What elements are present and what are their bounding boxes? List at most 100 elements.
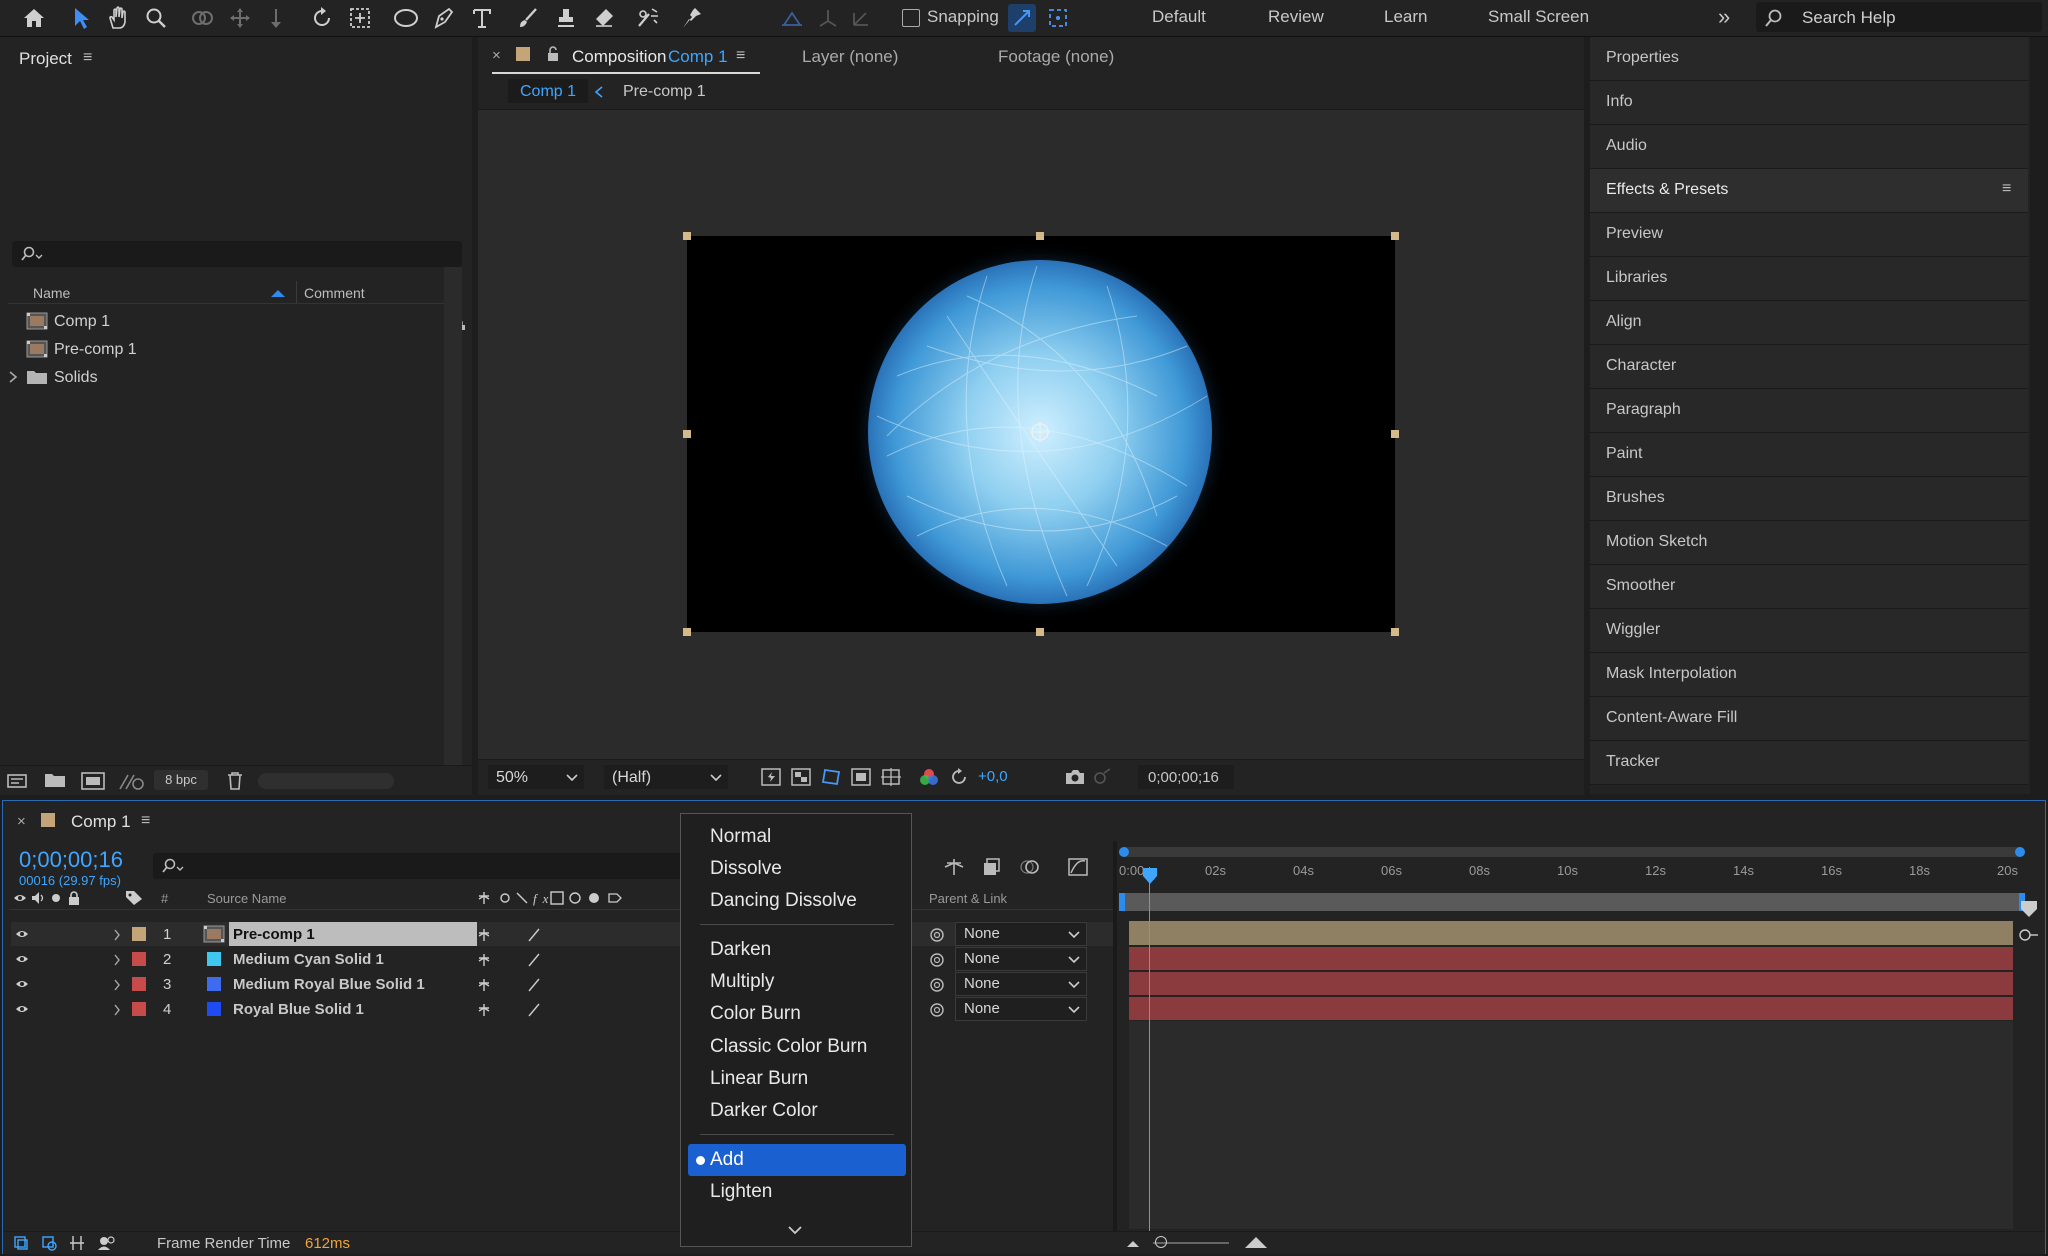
close-timeline-icon[interactable]: × (17, 813, 26, 830)
project-search-input[interactable] (12, 241, 462, 267)
blend-mode-add-highlight[interactable]: Add (688, 1144, 906, 1176)
video-eye-icon[interactable] (13, 892, 27, 904)
blend-mode-lighten[interactable]: Lighten (710, 1181, 772, 1203)
parent-dropdown-1[interactable]: None (955, 922, 1087, 946)
transparency-grid-icon[interactable] (790, 767, 812, 787)
new-folder-icon[interactable] (44, 772, 66, 788)
region-of-interest-icon[interactable] (850, 767, 872, 787)
blend-mode-color-burn[interactable]: Color Burn (710, 1003, 801, 1025)
layer-viewer-tab[interactable]: Layer (none) (802, 47, 898, 67)
timeline-comp-tab[interactable]: Comp 1 (71, 812, 131, 832)
comp-button-icon[interactable] (2017, 927, 2039, 943)
parent-dropdown-2[interactable]: None (955, 947, 1087, 971)
clone-stamp-tool-icon[interactable] (552, 4, 580, 32)
pick-whip-icon[interactable] (929, 977, 945, 993)
workspace-small-screen[interactable]: Small Screen (1488, 7, 1589, 27)
project-item-solids[interactable]: Solids (8, 365, 444, 392)
breadcrumb-pre-comp-1[interactable]: Pre-comp 1 (623, 83, 706, 101)
effects-presets-panel[interactable]: Effects & Presets ≡ (1590, 169, 2028, 213)
preview-panel[interactable]: Preview (1590, 213, 2028, 257)
paint-panel[interactable]: Paint (1590, 433, 2028, 477)
layer-label-color[interactable] (132, 927, 146, 941)
workspace-default[interactable]: Default (1152, 7, 1206, 27)
snap-world-axis-icon[interactable] (848, 4, 876, 32)
composition-menu-icon[interactable]: ≡ (736, 47, 745, 65)
playhead-icon[interactable] (1142, 867, 1158, 885)
effects-presets-menu-icon[interactable]: ≡ (2002, 180, 2011, 198)
snap-features-icon[interactable] (1044, 4, 1072, 32)
layer-label-color[interactable] (132, 977, 146, 991)
timeline-empty-area[interactable] (1129, 1021, 2013, 1229)
work-area-start[interactable] (1119, 893, 1125, 911)
info-panel[interactable]: Info (1590, 81, 2028, 125)
frame-blending-icon[interactable] (981, 857, 1003, 877)
name-column-header[interactable]: Name (33, 285, 70, 301)
layer-row-1[interactable]: 1 Pre-comp 1 (11, 922, 1117, 946)
layer-name[interactable]: Pre-comp 1 (233, 926, 315, 943)
blend-mode-classic-color-burn[interactable]: Classic Color Burn (710, 1036, 867, 1058)
blend-mode-linear-burn[interactable]: Linear Burn (710, 1068, 808, 1090)
blend-mode-dissolve[interactable]: Dissolve (710, 858, 782, 880)
interpret-footage-icon[interactable] (6, 772, 30, 790)
transform-handle[interactable] (683, 430, 691, 438)
zoom-tool-icon[interactable] (142, 4, 170, 32)
motion-sketch-panel[interactable]: Motion Sketch (1590, 521, 2028, 565)
brush-tool-icon[interactable] (514, 4, 542, 32)
exposure-value[interactable]: +0,0 (978, 768, 1008, 785)
project-menu-icon[interactable]: ≡ (83, 49, 92, 67)
rotation-tool-icon[interactable] (308, 4, 336, 32)
current-time-field[interactable]: 0;00;00;16 (1138, 765, 1234, 789)
timeline-search-input[interactable] (153, 853, 683, 879)
time-navigator[interactable] (1119, 847, 2025, 857)
pick-whip-icon[interactable] (929, 1002, 945, 1018)
more-workspaces-icon[interactable]: » (1718, 4, 1730, 30)
audio-panel[interactable]: Audio (1590, 125, 2028, 169)
transform-handle[interactable] (683, 232, 691, 240)
layer-label-color[interactable] (132, 952, 146, 966)
dolly-camera-icon[interactable] (262, 4, 290, 32)
pick-whip-icon[interactable] (929, 927, 945, 943)
transform-handle[interactable] (683, 628, 691, 636)
brushes-panel[interactable]: Brushes (1590, 477, 2028, 521)
pen-tool-icon[interactable] (430, 4, 458, 32)
expand-arrow-icon[interactable] (113, 979, 121, 991)
graph-editor-icon[interactable] (1067, 857, 1089, 877)
blend-mode-normal[interactable]: Normal (710, 826, 771, 848)
video-eye-icon[interactable] (15, 978, 29, 990)
blend-mode-add[interactable]: Add (710, 1149, 744, 1171)
home-icon[interactable] (20, 4, 48, 32)
time-ruler[interactable]: 0:00 02s 04s 06s 08s 10s 12s 14s 16s 18s… (1119, 859, 2025, 887)
mask-visibility-icon[interactable] (820, 767, 842, 787)
transform-handle[interactable] (1036, 232, 1044, 240)
grid-guides-icon[interactable] (880, 767, 902, 787)
transform-handle[interactable] (1391, 628, 1399, 636)
hand-tool-icon[interactable] (104, 4, 132, 32)
wiggler-panel[interactable]: Wiggler (1590, 609, 2028, 653)
breadcrumb-comp-1[interactable]: Comp 1 (508, 79, 588, 103)
layer-name[interactable]: Royal Blue Solid 1 (233, 1001, 364, 1018)
fast-previews-icon[interactable] (760, 767, 782, 787)
navigator-end-handle[interactable] (2015, 847, 2025, 857)
search-help-field[interactable]: Search Help (1756, 2, 2042, 32)
work-area-bar[interactable] (1119, 893, 2025, 911)
draft-3d-icon[interactable] (943, 857, 965, 877)
libraries-panel[interactable]: Libraries (1590, 257, 2028, 301)
paragraph-panel[interactable]: Paragraph (1590, 389, 2028, 433)
close-tab-icon[interactable]: × (492, 47, 501, 64)
show-snapshot-icon[interactable] (1092, 767, 1114, 787)
mask-interpolation-panel[interactable]: Mask Interpolation (1590, 653, 2028, 697)
snap-edges-icon[interactable] (1008, 4, 1036, 32)
magnification-dropdown[interactable]: 50% (488, 765, 584, 789)
timeline-divider[interactable] (1113, 841, 1117, 1231)
lock-icon[interactable] (546, 45, 560, 63)
content-aware-fill-panel[interactable]: Content-Aware Fill (1590, 697, 2028, 741)
timeline-timecode[interactable]: 0;00;00;16 (19, 847, 123, 873)
snapping-checkbox[interactable] (902, 9, 920, 27)
transform-handle[interactable] (1036, 628, 1044, 636)
orbit-camera-icon[interactable] (188, 4, 216, 32)
channels-icon[interactable] (918, 767, 940, 787)
reset-exposure-icon[interactable] (948, 767, 970, 787)
type-tool-icon[interactable] (468, 4, 496, 32)
character-panel[interactable]: Character (1590, 345, 2028, 389)
motion-blur-icon[interactable] (1019, 857, 1041, 877)
